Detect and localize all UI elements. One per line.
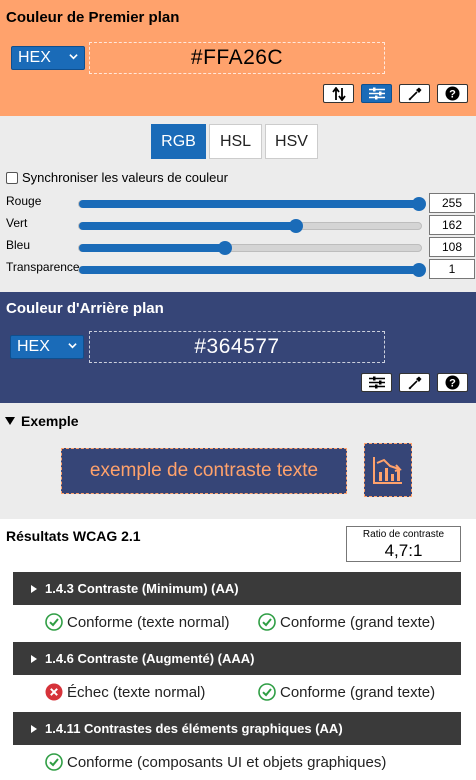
check-circle-icon — [45, 613, 63, 631]
foreground-format-select[interactable]: HEX — [11, 46, 85, 70]
chart-icon — [373, 457, 402, 484]
background-help-button[interactable]: ? — [437, 373, 468, 392]
chevron-down-icon — [69, 54, 78, 60]
red-slider-fill — [79, 200, 419, 208]
result-text: Conforme (composants UI et objets graphi… — [67, 753, 387, 771]
sync-values-label: Synchroniser les valeurs de couleur — [22, 170, 228, 185]
criterion-label: 1.4.3 Contraste (Minimum) (AA) — [45, 581, 239, 596]
blue-label: Bleu — [6, 238, 31, 252]
tab-rgb[interactable]: RGB — [151, 124, 206, 159]
swap-colors-button[interactable] — [323, 84, 354, 103]
tab-hsv[interactable]: HSV — [265, 124, 318, 159]
eyedropper-icon — [407, 376, 421, 390]
x-circle-icon — [45, 683, 63, 701]
transparency-label: Transparence — [6, 260, 80, 274]
transparency-slider-fill — [79, 266, 419, 274]
blue-value-input[interactable]: 108 — [429, 237, 475, 257]
result-text: Conforme (grand texte) — [280, 613, 436, 631]
transparency-slider-thumb[interactable] — [412, 263, 426, 277]
result-item: Conforme (composants UI et objets graphi… — [45, 753, 386, 771]
green-slider-fill — [79, 222, 297, 230]
foreground-sliders-toggle[interactable] — [361, 84, 392, 103]
result-item: Conforme (grand texte) — [258, 613, 435, 631]
result-text: Échec (texte normal) — [67, 683, 206, 701]
criterion-label: 1.4.6 Contraste (Augmenté) (AAA) — [45, 651, 255, 666]
background-eyedropper-button[interactable] — [399, 373, 430, 392]
background-sliders-toggle[interactable] — [361, 373, 392, 392]
check-circle-icon — [45, 753, 63, 771]
caret-down-icon — [5, 417, 15, 425]
result-item: Conforme (texte normal) — [45, 613, 230, 631]
contrast-ratio-label: Ratio de contraste — [362, 529, 445, 540]
background-format-value: HEX — [17, 338, 50, 355]
foreground-format-value: HEX — [18, 49, 51, 66]
swap-arrows-icon — [331, 86, 346, 101]
sliders-icon — [368, 87, 385, 100]
help-icon: ? — [445, 375, 460, 390]
sync-values-option[interactable]: Synchroniser les valeurs de couleur — [6, 170, 228, 185]
criterion-1-4-11-toggle[interactable]: 1.4.11 Contrastes des éléments graphique… — [13, 712, 461, 745]
result-item: Conforme (grand texte) — [258, 683, 435, 701]
background-section: Couleur d'Arrière plan HEX #364577 ? — [0, 292, 476, 403]
caret-right-icon — [31, 584, 37, 593]
example-title: Exemple — [21, 413, 79, 429]
result-text: Conforme (grand texte) — [280, 683, 436, 701]
criterion-1-4-3-toggle[interactable]: 1.4.3 Contraste (Minimum) (AA) — [13, 572, 461, 605]
red-value-input[interactable]: 255 — [429, 193, 475, 213]
transparency-value-input[interactable]: 1 — [429, 259, 475, 279]
sync-values-checkbox[interactable] — [6, 171, 18, 184]
blue-slider[interactable] — [78, 241, 422, 255]
foreground-eyedropper-button[interactable] — [399, 84, 430, 103]
svg-text:?: ? — [449, 378, 456, 390]
color-model-tabs: RGB HSL HSV — [151, 124, 318, 159]
result-text: Conforme (texte normal) — [67, 613, 230, 631]
green-slider[interactable] — [78, 219, 422, 233]
red-slider[interactable] — [78, 197, 426, 211]
color-model-section: RGB HSL HSV Synchroniser les valeurs de … — [0, 116, 476, 292]
red-label: Rouge — [6, 194, 42, 208]
foreground-title: Couleur de Premier plan — [6, 9, 180, 26]
contrast-ratio-value: 4,7:1 — [384, 541, 423, 560]
check-circle-icon — [258, 613, 276, 631]
blue-slider-thumb[interactable] — [218, 241, 233, 255]
foreground-section: Couleur de Premier plan HEX #FFA26C ? — [0, 0, 476, 116]
results-title: Résultats WCAG 2.1 — [6, 528, 141, 544]
example-graphic-preview — [364, 443, 412, 497]
red-slider-thumb[interactable] — [412, 197, 426, 211]
transparency-slider[interactable] — [78, 263, 426, 277]
background-title: Couleur d'Arrière plan — [6, 300, 164, 317]
criterion-label: 1.4.11 Contrastes des éléments graphique… — [45, 721, 343, 736]
background-format-select[interactable]: HEX — [10, 335, 84, 359]
foreground-help-button[interactable]: ? — [437, 84, 468, 103]
eyedropper-icon — [407, 87, 421, 101]
sliders-icon — [368, 376, 385, 389]
green-slider-thumb[interactable] — [289, 219, 304, 233]
help-icon: ? — [445, 86, 460, 101]
green-label: Vert — [6, 216, 28, 230]
result-item: Échec (texte normal) — [45, 683, 205, 701]
chevron-down-icon — [68, 343, 77, 349]
example-text-preview: exemple de contraste texte — [61, 448, 347, 494]
caret-right-icon — [31, 724, 37, 733]
contrast-ratio-box: Ratio de contraste 4,7:1 — [346, 526, 461, 562]
svg-text:?: ? — [449, 89, 456, 101]
example-toggle[interactable]: Exemple — [5, 413, 79, 429]
green-value-input[interactable]: 162 — [429, 215, 475, 235]
background-hex-input[interactable]: #364577 — [89, 331, 385, 363]
tab-hsl[interactable]: HSL — [209, 124, 262, 159]
check-circle-icon — [258, 683, 276, 701]
blue-slider-fill — [79, 244, 226, 252]
example-section: Exemple exemple de contraste texte — [0, 403, 476, 519]
caret-right-icon — [31, 654, 37, 663]
foreground-hex-input[interactable]: #FFA26C — [89, 42, 385, 74]
criterion-1-4-6-toggle[interactable]: 1.4.6 Contraste (Augmenté) (AAA) — [13, 642, 461, 675]
